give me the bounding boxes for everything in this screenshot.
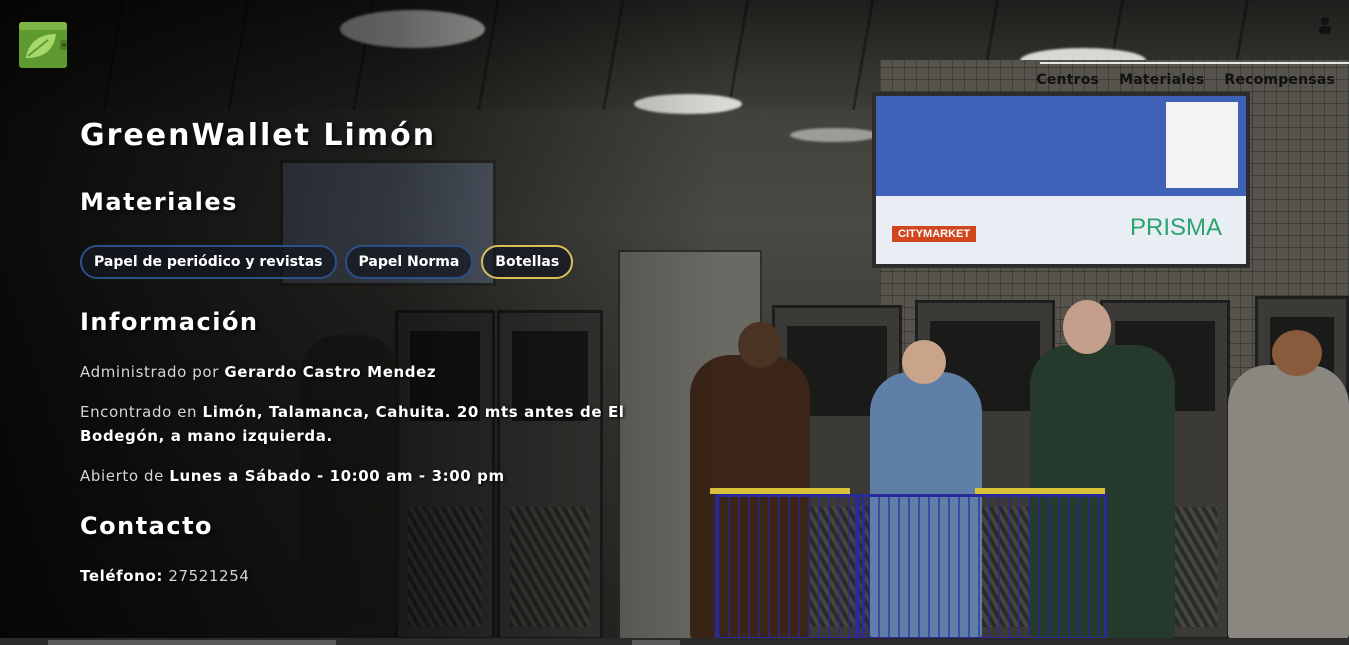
nav-link-centros[interactable]: Centros [1036,72,1099,88]
ceiling-light [790,128,878,142]
center-details: GreenWallet Limón Materiales Papel de pe… [80,118,640,585]
advertising-screen: CITYMARKET PRISMA [872,92,1250,268]
hours-prefix: Abierto de [80,467,164,485]
shopping-cart [715,494,865,640]
sign-brand-prisma: PRISMA [1129,214,1222,241]
person-head [1272,330,1322,376]
person-head [1063,300,1111,354]
wallet-leaf-icon[interactable] [18,20,68,70]
hours-value: Lunes a Sábado - 10:00 am - 3:00 pm [169,467,505,485]
material-chip[interactable]: Papel Norma [344,245,474,279]
material-chip[interactable]: Papel de periódico y revistas [80,245,337,279]
phone-label: Teléfono: [80,567,163,585]
main-nav: Centros Materiales Recompensas [1036,72,1335,88]
phone-value: 27521254 [168,567,250,585]
sign-brand-citymarket: CITYMARKET [892,226,977,242]
location-prefix: Encontrado en [80,403,198,421]
material-chip[interactable]: Botellas [481,245,574,279]
admin-prefix: Administrado por [80,363,219,381]
nav-underline [1040,62,1349,64]
hours-line: Abierto de Lunes a Sábado - 10:00 am - 3… [80,464,640,488]
materials-list: Papel de periódico y revistas Papel Norm… [80,245,574,279]
user-icon[interactable] [1318,16,1332,34]
person-head [738,322,782,368]
person [1228,365,1349,640]
admin-name: Gerardo Castro Mendez [224,363,437,381]
person-head [902,340,946,384]
info-heading: Información [80,308,259,336]
contact-heading: Contacto [80,512,214,540]
bottom-strip [0,638,1349,645]
location-line: Encontrado en Limón, Talamanca, Cahuita.… [80,400,640,448]
materials-heading: Materiales [80,188,238,216]
phone-line: Teléfono: 27521254 [80,564,640,588]
page-title: GreenWallet Limón [80,118,437,153]
nav-link-materiales[interactable]: Materiales [1119,72,1204,88]
shopping-cart [855,494,1107,640]
admin-line: Administrado por Gerardo Castro Mendez [80,360,640,384]
nav-link-recompensas[interactable]: Recompensas [1224,72,1335,88]
